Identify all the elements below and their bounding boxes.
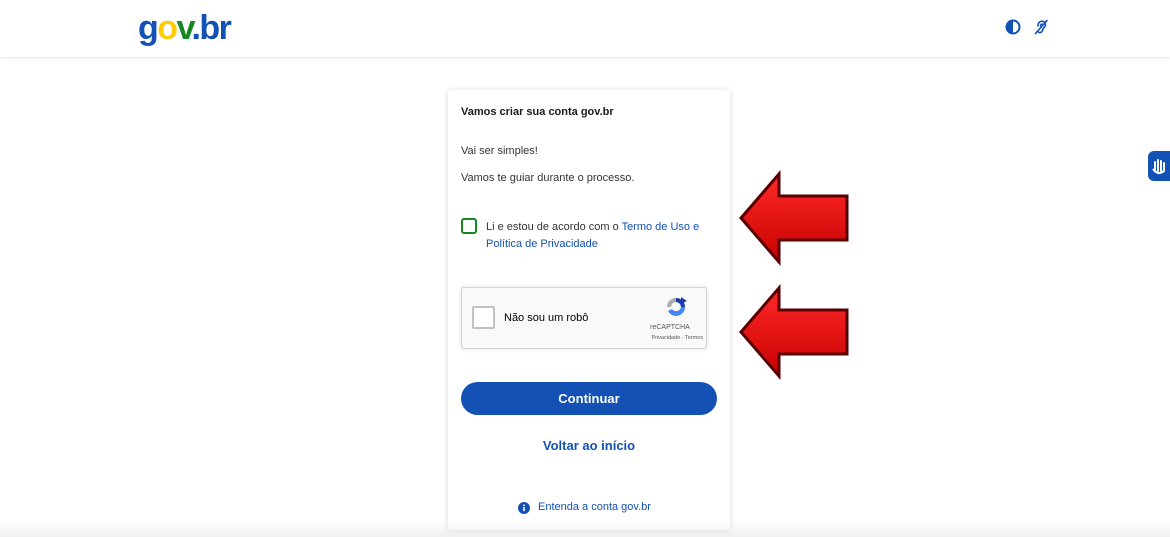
header-actions: [1004, 18, 1050, 36]
sign-language-icon: [1152, 159, 1165, 175]
back-to-start-link[interactable]: Voltar ao início: [461, 438, 717, 453]
info-icon: [518, 501, 530, 514]
header: gov.br: [0, 0, 1170, 57]
recaptcha-brand: reCAPTCHA: [650, 324, 690, 331]
terms-label: Li e estou de acordo com o Termo de Uso …: [486, 219, 718, 253]
recaptcha-checkbox[interactable]: [472, 306, 495, 329]
guide-text: Vamos te guiar durante o processo.: [461, 172, 635, 184]
vlibras-widget[interactable]: [1148, 151, 1170, 181]
contrast-icon[interactable]: [1004, 18, 1022, 36]
bottom-shadow: [0, 520, 1170, 537]
recaptcha-icon: [664, 296, 688, 318]
hearing-accessibility-icon[interactable]: [1032, 18, 1050, 36]
govbr-logo[interactable]: gov.br: [138, 8, 232, 48]
recaptcha-label: Não sou um robô: [504, 312, 589, 324]
intro-text: Vai ser simples!: [461, 145, 538, 157]
terms-prefix: Li e estou de acordo com o: [486, 221, 622, 233]
signup-card: Vamos criar sua conta gov.br Vai ser sim…: [448, 90, 730, 530]
page: gov.br Vamos criar sua conta gov.br Vai …: [0, 0, 1170, 537]
info-label: Entenda a conta gov.br: [538, 501, 651, 513]
card-title: Vamos criar sua conta gov.br: [461, 106, 614, 118]
red-arrow-icon: [739, 169, 849, 267]
recaptcha-widget: Não sou um robô reCAPTCHA Privacidade - …: [461, 287, 707, 349]
info-link[interactable]: Entenda a conta gov.br: [518, 501, 651, 514]
terms-checkbox[interactable]: [461, 218, 477, 234]
red-arrow-icon: [739, 283, 849, 381]
recaptcha-links[interactable]: Privacidade - Termos: [625, 335, 703, 341]
continue-button[interactable]: Continuar: [461, 382, 717, 415]
